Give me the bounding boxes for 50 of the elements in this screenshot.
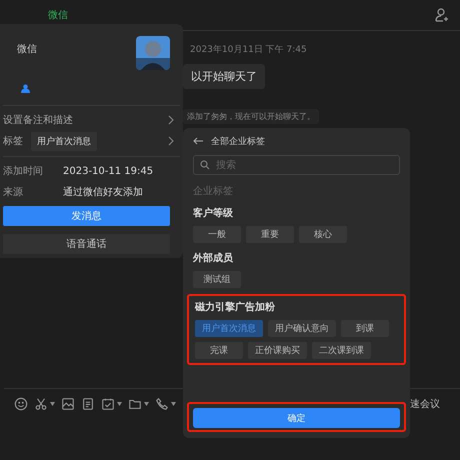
tag-chip[interactable]: 到课 bbox=[341, 320, 389, 337]
search-icon bbox=[200, 160, 210, 170]
detail-label: 添加时间 bbox=[3, 164, 44, 178]
tag-chip[interactable]: 正价课购买 bbox=[248, 342, 307, 359]
folder-icon[interactable] bbox=[128, 397, 142, 411]
detail-value: 通过微信好友添加 bbox=[63, 186, 143, 199]
panel-title: 全部企业标签 bbox=[211, 136, 265, 148]
phone-icon[interactable] bbox=[155, 397, 169, 411]
chevron-icon[interactable] bbox=[168, 115, 174, 126]
message-timestamp: 2023年10月11日 下午 7:45 bbox=[190, 44, 307, 56]
emoji-icon[interactable] bbox=[14, 397, 28, 411]
detail-label: 来源 bbox=[3, 186, 24, 199]
group-name: 客户等级 bbox=[193, 206, 234, 220]
row-label: 标签 bbox=[3, 134, 23, 148]
confirm-button[interactable]: 确定 bbox=[193, 408, 400, 428]
document-icon[interactable] bbox=[81, 397, 95, 411]
caret-icon[interactable] bbox=[117, 402, 122, 406]
checkbox-icon[interactable] bbox=[101, 397, 115, 411]
section-label: 企业标签 bbox=[193, 184, 234, 198]
tag-chip: 用户首次消息 bbox=[31, 132, 97, 151]
group-name: 磁力引擎广告加粉 bbox=[195, 300, 276, 314]
tag-chip[interactable]: 完课 bbox=[195, 342, 243, 359]
tag-chip[interactable]: 测试组 bbox=[193, 271, 241, 288]
voice-call-button[interactable]: 语音通话 bbox=[3, 234, 170, 254]
meeting-button[interactable]: 速会议 bbox=[410, 397, 440, 411]
tag-chip[interactable]: 用户确认意向 bbox=[268, 320, 336, 337]
send-message-button[interactable]: 发消息 bbox=[3, 206, 170, 226]
tag-chip[interactable]: 重要 bbox=[246, 226, 294, 243]
chevron-icon[interactable] bbox=[168, 136, 174, 146]
detail-value: 2023-10-11 19:45 bbox=[63, 166, 154, 177]
tag-chip[interactable]: 二次课到课 bbox=[312, 342, 371, 359]
card-row[interactable]: 标签 用户首次消息 bbox=[3, 130, 180, 152]
caret-icon[interactable] bbox=[50, 402, 55, 406]
caret-icon[interactable] bbox=[144, 402, 149, 406]
image-icon[interactable] bbox=[61, 397, 75, 411]
caret-icon[interactable] bbox=[171, 402, 176, 406]
group-name: 外部成员 bbox=[193, 252, 234, 265]
system-message: 添加了匆匆，现在可以开始聊天了。 bbox=[183, 109, 319, 124]
source-label: 微信 bbox=[48, 9, 68, 22]
person-icon bbox=[21, 84, 30, 93]
add-contact-icon[interactable] bbox=[434, 7, 450, 23]
tag-chip[interactable]: 一般 bbox=[193, 226, 241, 243]
tag-chip[interactable]: 核心 bbox=[299, 226, 347, 243]
row-label: 设置备注和描述 bbox=[3, 114, 73, 128]
scissors-icon[interactable] bbox=[34, 397, 48, 411]
source-label: 微信 bbox=[17, 43, 37, 57]
message-bubble: 以开始聊天了 bbox=[183, 64, 265, 89]
search-field[interactable]: 搜索 bbox=[193, 155, 400, 175]
card-row[interactable]: 设置备注和描述 bbox=[3, 110, 180, 131]
back-icon[interactable] bbox=[193, 137, 203, 145]
